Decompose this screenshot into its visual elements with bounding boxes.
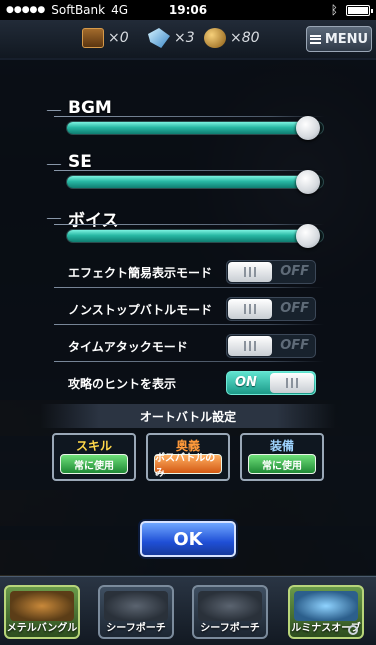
card-title: 装備 — [269, 439, 294, 453]
battery-icon — [346, 4, 373, 16]
auto-battle-header: オートバトル設定 — [40, 404, 336, 428]
ok-button[interactable]: OK — [140, 521, 236, 557]
toggle-label: エフェクト簡易表示モード — [68, 266, 213, 280]
divider — [54, 170, 324, 171]
pouch-art — [198, 591, 262, 621]
toggle-row-effect-simple: エフェクト簡易表示モード OFF — [54, 258, 324, 288]
bgm-slider-fill — [67, 122, 308, 134]
auto-skill-card: スキル 常に使用 — [52, 433, 136, 481]
gear-icon — [348, 625, 358, 635]
bgm-slider-block: BGM — [54, 96, 324, 144]
bgm-slider-knob[interactable] — [296, 116, 320, 140]
toggle-state: OFF — [280, 338, 309, 353]
se-slider-knob[interactable] — [296, 170, 320, 194]
crystal-icon — [148, 28, 170, 48]
toggle-label: 攻略のヒントを表示 — [68, 377, 177, 391]
item-slot-2[interactable]: シーフポーチ — [98, 585, 174, 639]
resource-crystal: ×3 — [148, 28, 195, 48]
item-slot-3[interactable]: シーフポーチ — [192, 585, 268, 639]
voice-slider-fill — [67, 230, 308, 242]
voice-slider-knob[interactable] — [296, 224, 320, 248]
hints-toggle[interactable]: ON — [226, 371, 316, 395]
divider — [54, 361, 324, 362]
auto-ougi-button[interactable]: ボスバトルのみ — [154, 453, 222, 479]
toggle-row-nonstop-battle: ノンストップバトルモード OFF — [54, 295, 324, 325]
divider — [54, 224, 324, 225]
resource-count: ×0 — [108, 30, 129, 46]
toggle-grip — [228, 262, 272, 282]
auto-equip-button[interactable]: 常に使用 — [248, 454, 316, 474]
menu-button-label: MENU — [324, 31, 369, 47]
voice-slider-block: ボイス — [54, 204, 324, 252]
gold-orb-icon — [204, 28, 226, 48]
card-title: スキル — [75, 439, 112, 453]
bluetooth-icon: ᛒ — [330, 3, 338, 17]
bgm-label: BGM — [68, 98, 112, 118]
menu-button[interactable]: MENU — [306, 26, 372, 52]
orb-art — [294, 591, 358, 621]
voice-slider[interactable] — [66, 224, 324, 248]
bgm-slider[interactable] — [66, 116, 324, 140]
item-bar: メテルバングル シーフポーチ シーフポーチ ルミナスオーブ — [0, 576, 376, 645]
toggle-grip — [228, 336, 272, 356]
toggle-grip — [270, 373, 314, 393]
resource-count: ×80 — [230, 30, 260, 46]
se-label: SE — [68, 152, 92, 172]
item-name: シーフポーチ — [200, 623, 260, 634]
pouch-art — [104, 591, 168, 621]
auto-battle-title: オートバトル設定 — [139, 410, 237, 424]
divider — [54, 116, 324, 117]
auto-skill-button[interactable]: 常に使用 — [60, 454, 128, 474]
effect-simple-toggle[interactable]: OFF — [226, 260, 316, 284]
toggle-label: タイムアタックモード — [68, 340, 188, 354]
time-attack-toggle[interactable]: OFF — [226, 334, 316, 358]
se-slider[interactable] — [66, 170, 324, 194]
resource-chest: ×0 — [82, 28, 129, 48]
status-bar: ●●●●● SoftBank 4G 19:06 ᛒ — [0, 0, 376, 20]
resource-orb: ×80 — [204, 28, 260, 48]
se-slider-block: SE — [54, 150, 324, 198]
item-name: シーフポーチ — [106, 623, 166, 634]
toggle-grip — [228, 299, 272, 319]
toggle-state: OFF — [280, 301, 309, 316]
toggle-state: ON — [235, 375, 257, 390]
hamburger-icon — [309, 34, 321, 44]
item-slot-4[interactable]: ルミナスオーブ — [288, 585, 364, 639]
auto-equip-card: 装備 常に使用 — [240, 433, 324, 481]
divider — [54, 287, 324, 288]
toggle-label: ノンストップバトルモード — [68, 303, 213, 317]
toggle-row-hints: 攻略のヒントを表示 ON — [54, 369, 324, 399]
nonstop-battle-toggle[interactable]: OFF — [226, 297, 316, 321]
clock: 19:06 — [168, 3, 208, 17]
se-slider-fill — [67, 176, 308, 188]
toggle-row-time-attack: タイムアタックモード OFF — [54, 332, 324, 362]
voice-label: ボイス — [68, 211, 119, 231]
toggle-state: OFF — [280, 264, 309, 279]
bangle-art — [10, 591, 74, 621]
resource-count: ×3 — [174, 30, 195, 46]
auto-ougi-card: 奥義 ボスバトルのみ — [146, 433, 230, 481]
item-name: メテルバングル — [6, 623, 78, 634]
item-slot-1[interactable]: メテルバングル — [4, 585, 80, 639]
treasure-chest-icon — [82, 28, 104, 48]
divider — [54, 324, 324, 325]
